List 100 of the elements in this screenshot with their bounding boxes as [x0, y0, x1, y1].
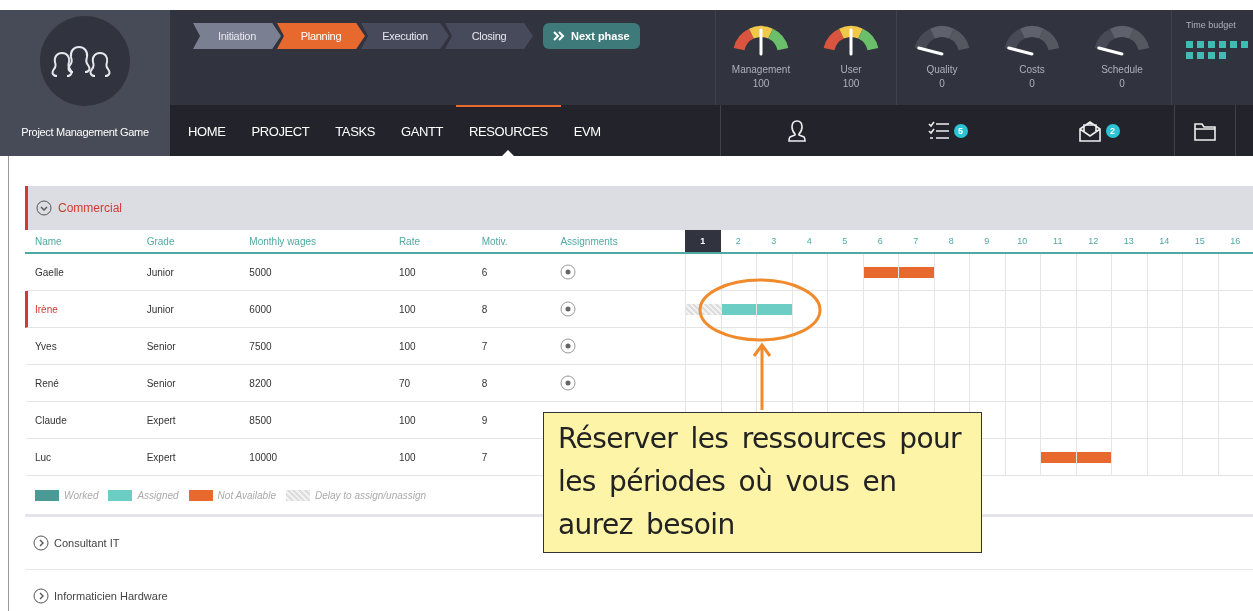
day-header[interactable]: 3: [756, 230, 792, 252]
legend-label: Delay to assign/unassign: [314, 489, 427, 501]
double-chevron-icon: [553, 31, 565, 41]
section-title: Commercial: [58, 201, 122, 215]
section-header[interactable]: Commercial: [25, 186, 1253, 230]
nav-tab[interactable]: TASKS: [322, 105, 388, 156]
table-cell-text: René: [34, 377, 60, 389]
table-cell-text: 7: [481, 451, 489, 463]
table-cell-text: 8: [481, 377, 489, 389]
table-cell-text: Senior: [146, 377, 177, 389]
checklist-icon[interactable]: [927, 119, 950, 142]
nav-tab[interactable]: EVM: [560, 105, 614, 156]
table-cell-text: Senior: [146, 340, 177, 352]
day-header[interactable]: 1: [685, 230, 721, 252]
legend-label: Assigned: [137, 489, 179, 501]
column-header: Grade: [146, 235, 176, 247]
count-badge: 2: [1105, 123, 1120, 138]
day-header[interactable]: 8: [933, 230, 969, 252]
table-cell-text: 100: [398, 451, 417, 463]
nav-tab[interactable]: PROJECT: [238, 105, 323, 156]
table-cell-text: 100: [398, 414, 417, 426]
gauge-value: 100: [842, 78, 860, 89]
day-header[interactable]: 14: [1146, 230, 1182, 252]
add-assignment-icon[interactable]: [560, 338, 577, 354]
day-header[interactable]: 9: [969, 230, 1005, 252]
gantt-bar[interactable]: [863, 266, 898, 278]
phase-tab[interactable]: Planning: [277, 23, 365, 49]
nav-tab[interactable]: RESOURCES: [456, 105, 561, 156]
table-cell-text: 100: [398, 340, 417, 352]
nav-tab[interactable]: HOME: [175, 105, 239, 156]
phase-tab[interactable]: Closing: [445, 23, 533, 49]
nav-tab[interactable]: GANTT: [387, 105, 456, 156]
column-header: Monthly wages: [249, 235, 318, 247]
phase-tab[interactable]: Initiation: [193, 23, 281, 49]
add-assignment-icon[interactable]: [560, 301, 577, 317]
table-cell-text: 100: [398, 303, 417, 315]
table-cell-text: 6000: [249, 303, 273, 315]
gauge-value: 0: [1119, 78, 1125, 89]
legend-label: Not Available: [217, 489, 276, 501]
day-header[interactable]: 6: [862, 230, 898, 252]
day-header[interactable]: 11: [1040, 230, 1076, 252]
table-cell-text: Junior: [146, 266, 175, 278]
folder-icon[interactable]: [1194, 120, 1216, 141]
expand-icon[interactable]: [33, 588, 49, 604]
day-header[interactable]: 15: [1182, 230, 1218, 252]
add-assignment-icon[interactable]: [560, 375, 577, 391]
day-header[interactable]: 4: [791, 230, 827, 252]
table-cell-text: Luc: [34, 451, 53, 463]
gauge-label: Management: [731, 64, 791, 75]
table-cell-text: 70: [398, 377, 411, 389]
add-assignment-icon[interactable]: [560, 264, 577, 280]
section-title[interactable]: Consultant IT: [54, 537, 120, 549]
pointer-arrow: [752, 342, 772, 412]
gauge-label: Quality: [926, 64, 958, 75]
table-cell-text: Expert: [146, 414, 177, 426]
day-header[interactable]: 13: [1111, 230, 1147, 252]
legend-label: Worked: [64, 489, 99, 501]
day-header[interactable]: 12: [1075, 230, 1111, 252]
section-title[interactable]: Informaticien Hardware: [54, 590, 168, 602]
column-header: Name: [34, 235, 63, 247]
table-cell-text: 10000: [249, 451, 279, 463]
column-header: Assignments: [560, 235, 619, 247]
table-cell-text: 8500: [249, 414, 273, 426]
collapse-icon[interactable]: [36, 200, 52, 216]
table-cell-text: Junior: [146, 303, 175, 315]
gauge-label: Schedule: [1101, 64, 1143, 75]
table-cell-text: 8: [481, 303, 489, 315]
table-cell-text: Gaelle: [34, 266, 65, 278]
table-cell-text: 6: [481, 266, 489, 278]
gantt-bar[interactable]: [899, 266, 934, 278]
phase-tab[interactable]: Execution: [361, 23, 449, 49]
table-cell-text: 8200: [249, 377, 273, 389]
column-header: Motiv.: [481, 235, 509, 247]
count-badge: 5: [953, 123, 968, 138]
time-budget-label: Time budget: [1186, 20, 1236, 30]
day-header[interactable]: 16: [1217, 230, 1253, 252]
table-cell-text: Expert: [146, 451, 177, 463]
day-header[interactable]: 5: [827, 230, 863, 252]
table-cell-text: 9: [481, 414, 489, 426]
gauge-label: User: [840, 64, 862, 75]
gauge-value: 100: [752, 78, 770, 89]
day-header[interactable]: 10: [1004, 230, 1040, 252]
callout-note: Réserver les ressources pour les périodes où vous en aurez besoin: [543, 412, 982, 553]
table-cell-text: Yves: [34, 340, 58, 352]
gantt-bar[interactable]: [1076, 451, 1111, 463]
next-phase-button[interactable]: Next phase: [543, 23, 640, 49]
day-header[interactable]: 2: [720, 230, 756, 252]
gauge-label: Costs: [1019, 64, 1045, 75]
day-header[interactable]: 7: [898, 230, 934, 252]
table-cell-text: 100: [398, 266, 417, 278]
column-header: Rate: [398, 235, 421, 247]
table-cell-text: 7500: [249, 340, 273, 352]
person-icon[interactable]: [786, 118, 807, 143]
table-cell-text: 7: [481, 340, 489, 352]
gauge-value: 0: [1029, 78, 1035, 89]
app-title: Project Management Game: [21, 126, 149, 138]
expand-icon[interactable]: [33, 535, 49, 551]
mail-icon[interactable]: [1077, 119, 1102, 142]
table-cell-text: Irène: [34, 303, 59, 315]
gantt-bar[interactable]: [1041, 451, 1076, 463]
